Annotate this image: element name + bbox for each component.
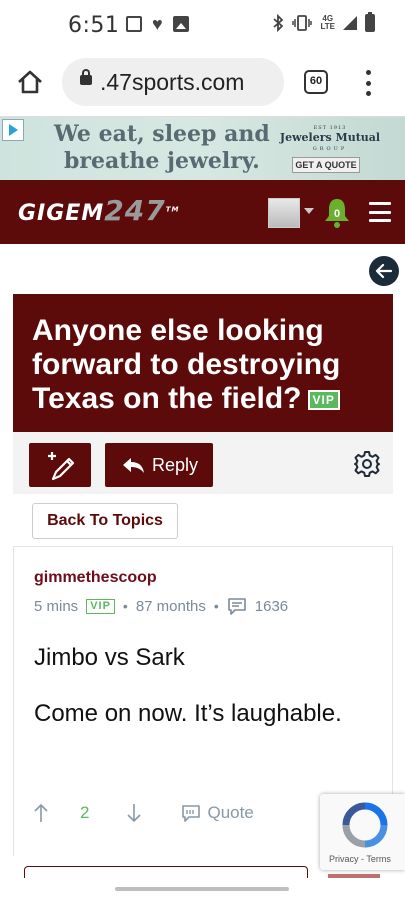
menu-dot-icon bbox=[365, 70, 371, 75]
vip-badge: VIP bbox=[86, 598, 115, 614]
system-nav-bar bbox=[0, 878, 405, 900]
post-body: Jimbo vs Sark Come on now. It’s laughabl… bbox=[34, 643, 374, 755]
vip-badge: VIP bbox=[307, 390, 340, 411]
topic-action-bar: Reply bbox=[13, 432, 393, 494]
network-type: 4G LTE bbox=[320, 14, 335, 31]
status-notification-icons: ♥ bbox=[126, 14, 189, 34]
lock-icon bbox=[80, 69, 92, 85]
separator-dot: • bbox=[213, 598, 219, 614]
member-age: 87 months bbox=[135, 597, 206, 615]
hamburger-menu-icon[interactable] bbox=[369, 202, 391, 222]
menu-dot-icon bbox=[365, 80, 371, 86]
new-post-button[interactable] bbox=[29, 443, 91, 487]
signal-icon bbox=[343, 16, 357, 30]
ad-headline-line1: We eat, sleep and bbox=[54, 121, 270, 147]
post-actions: 2 Quote bbox=[34, 803, 254, 823]
downvote-arrow-icon[interactable] bbox=[127, 803, 142, 823]
heart-icon: ♥ bbox=[152, 14, 163, 34]
reply-button[interactable]: Reply bbox=[105, 443, 213, 487]
tab-count-button[interactable]: 60 bbox=[304, 70, 328, 94]
notification-count: 0 bbox=[334, 208, 340, 220]
vibrate-icon bbox=[292, 15, 313, 31]
screen-record-icon bbox=[126, 16, 142, 32]
vote-count: 2 bbox=[80, 803, 90, 822]
post-time: 5 mins bbox=[34, 597, 79, 615]
post-meta: 5 mins VIP • 87 months • 1636 bbox=[34, 597, 288, 615]
reply-label: Reply bbox=[152, 454, 199, 475]
url-text: .47sports.com bbox=[100, 69, 245, 95]
chevron-down-icon[interactable] bbox=[304, 208, 314, 214]
separator-dot: • bbox=[122, 598, 128, 614]
topic-header: Anyone else looking forward to destroyin… bbox=[13, 294, 393, 432]
recaptcha-logo-icon bbox=[342, 802, 388, 848]
post-count-icon bbox=[227, 598, 246, 615]
browser-toolbar: .47sports.com 60 bbox=[0, 52, 405, 114]
arrow-left-icon bbox=[375, 263, 393, 279]
quote-button[interactable]: Quote bbox=[181, 803, 254, 823]
back-to-topics-button[interactable]: Back To Topics bbox=[32, 503, 178, 539]
ad-brand: EST 1913 Jewelers Mutual GROUP bbox=[279, 125, 381, 152]
post-paragraph: Come on now. It’s laughable. bbox=[34, 700, 342, 727]
bluetooth-icon bbox=[273, 14, 284, 32]
image-icon bbox=[172, 16, 189, 32]
notification-bell-icon[interactable]: 0 bbox=[322, 196, 352, 230]
site-header: GIGEM247TM 0 bbox=[0, 180, 405, 244]
browser-menu-button[interactable] bbox=[364, 70, 372, 96]
ad-banner[interactable]: We eat, sleep and breathe jewelry. EST 1… bbox=[0, 116, 405, 180]
url-bar[interactable]: .47sports.com bbox=[62, 58, 284, 106]
status-time: 6:51 bbox=[68, 13, 120, 38]
upvote-arrow-icon[interactable] bbox=[34, 803, 48, 823]
status-system-icons: 4G LTE bbox=[272, 12, 375, 32]
topic-title: Anyone else looking forward to destroyin… bbox=[32, 314, 341, 415]
recaptcha-badge[interactable]: Privacy - Terms bbox=[320, 794, 405, 870]
menu-dot-icon bbox=[365, 91, 371, 96]
ad-headline-line2: breathe jewelry. bbox=[64, 148, 260, 174]
back-arrow-button[interactable] bbox=[369, 256, 399, 286]
recaptcha-privacy-link[interactable]: Privacy bbox=[329, 854, 359, 864]
gear-icon[interactable] bbox=[353, 450, 381, 478]
quote-icon bbox=[182, 805, 201, 822]
post-author[interactable]: gimmethescoop bbox=[34, 569, 157, 587]
post-count: 1636 bbox=[254, 597, 289, 615]
recaptcha-links: Privacy - Terms bbox=[329, 854, 391, 864]
ad-choices-icon[interactable] bbox=[2, 119, 24, 141]
compose-icon bbox=[48, 452, 75, 481]
reply-icon bbox=[123, 458, 144, 473]
ad-cta-button[interactable]: GET A QUOTE bbox=[292, 157, 360, 173]
status-bar: 6:51 ♥ 4G LTE bbox=[0, 0, 405, 52]
quote-label: Quote bbox=[207, 803, 254, 822]
avatar[interactable] bbox=[268, 198, 300, 228]
site-logo[interactable]: GIGEM247TM bbox=[18, 194, 179, 227]
home-gesture-pill[interactable] bbox=[115, 887, 289, 891]
post-paragraph: Jimbo vs Sark bbox=[34, 644, 185, 671]
home-icon[interactable] bbox=[16, 68, 44, 96]
battery-icon bbox=[365, 12, 375, 32]
recaptcha-terms-link[interactable]: Terms bbox=[366, 854, 391, 864]
